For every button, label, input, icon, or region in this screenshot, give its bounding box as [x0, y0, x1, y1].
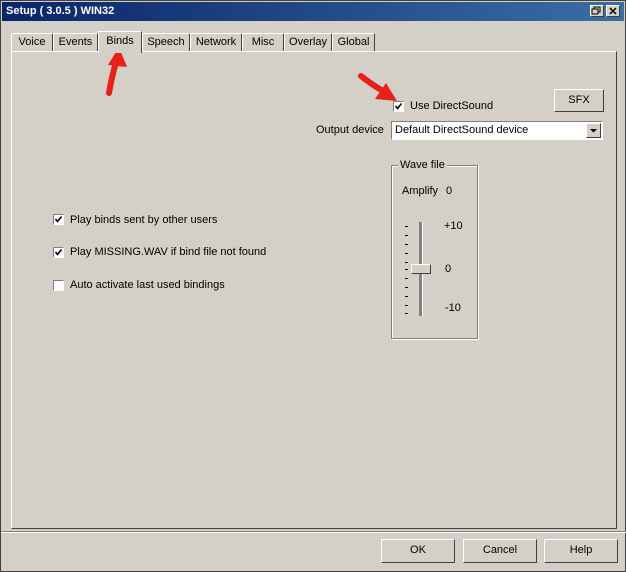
tab-misc[interactable]: Misc [242, 33, 284, 51]
wave-file-legend: Wave file [398, 159, 447, 171]
setup-window: Setup ( 3.0.5 ) WIN32 Voice Events Binds… [0, 0, 626, 572]
slider-tick [405, 313, 408, 314]
slider-tick [405, 253, 408, 254]
window-title: Setup ( 3.0.5 ) WIN32 [6, 5, 115, 17]
tab-label: Events [58, 36, 93, 48]
slider-tick [405, 296, 408, 297]
tab-global[interactable]: Global [332, 33, 375, 51]
cancel-button[interactable]: Cancel [463, 539, 537, 563]
tab-label: Global [337, 36, 370, 48]
tab-label: Misc [251, 36, 275, 48]
tab-label: Voice [18, 36, 46, 48]
slider-tick [405, 269, 408, 270]
slider-tick [405, 262, 408, 263]
tab-label: Binds [106, 35, 134, 47]
red-arrow-icon [358, 73, 397, 101]
cancel-button-label: Cancel [482, 544, 518, 556]
play-missing-checkbox[interactable] [53, 247, 64, 258]
amplify-value: 0 [446, 185, 453, 197]
tab-label: Network [195, 36, 237, 48]
play-binds-checkbox[interactable] [53, 214, 64, 225]
tab-label: Overlay [289, 36, 327, 48]
slider-tick [405, 226, 408, 227]
amplify-slider-thumb[interactable] [411, 264, 431, 274]
slider-tick [405, 235, 408, 236]
sfx-button[interactable]: SFX [554, 89, 604, 112]
scale-mid-label: 0 [445, 263, 452, 275]
tab-voice[interactable]: Voice [11, 33, 53, 51]
tab-network[interactable]: Network [190, 33, 242, 51]
auto-activate-checkbox[interactable] [53, 280, 64, 291]
slider-tick [405, 244, 408, 245]
restore-icon[interactable] [590, 5, 604, 17]
help-button[interactable]: Help [544, 539, 618, 563]
ok-button[interactable]: OK [381, 539, 455, 563]
slider-tick [405, 305, 408, 306]
chevron-down-icon[interactable] [586, 123, 601, 138]
slider-tick [405, 287, 408, 288]
help-button-label: Help [569, 544, 593, 556]
tab-events[interactable]: Events [53, 33, 98, 51]
ok-button-label: OK [410, 544, 426, 556]
close-icon[interactable] [606, 5, 620, 17]
use-directsound-label: Use DirectSound [410, 100, 494, 112]
tab-binds[interactable]: Binds [98, 31, 142, 53]
play-binds-label: Play binds sent by other users [70, 214, 218, 226]
play-missing-label: Play MISSING.WAV if bind file not found [70, 246, 267, 258]
sfx-button-label: SFX [568, 94, 590, 106]
slider-tick [405, 278, 408, 279]
amplify-label: Amplify [402, 185, 439, 197]
output-device-label: Output device [316, 124, 384, 136]
tab-overlay[interactable]: Overlay [284, 33, 332, 51]
title-bar: Setup ( 3.0.5 ) WIN32 [2, 2, 624, 21]
output-device-select[interactable]: Default DirectSound device [391, 121, 603, 140]
tab-label: Speech [147, 36, 185, 48]
tab-speech[interactable]: Speech [142, 33, 190, 51]
output-device-value: Default DirectSound device [395, 124, 529, 136]
bottom-separator-highlight [1, 532, 626, 533]
scale-bottom-label: -10 [445, 302, 461, 314]
scale-top-label: +10 [444, 220, 463, 232]
auto-activate-label: Auto activate last used bindings [70, 279, 225, 291]
